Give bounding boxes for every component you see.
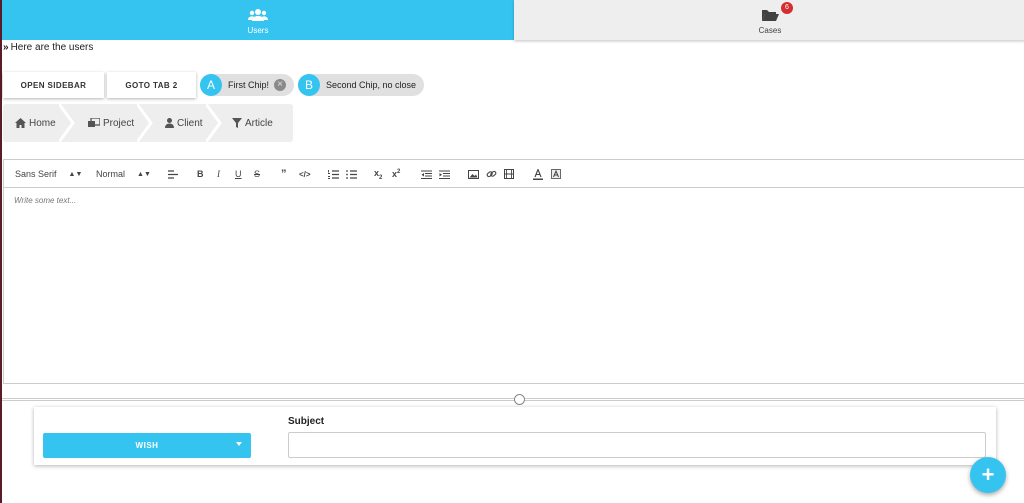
size-select[interactable]: Normal ▲▼ (96, 160, 151, 188)
ordered-list-icon (328, 169, 339, 179)
editor-content[interactable]: Write some text... (4, 188, 1024, 213)
cases-badge: 6 (781, 1, 793, 14)
form-card: WISH Subject (34, 407, 996, 465)
rich-text-editor: Sans Serif ▲▼ Normal ▲▼ B I U S ” </> x2… (3, 159, 1024, 384)
users-icon (248, 8, 268, 21)
chip-label: First Chip! (228, 80, 270, 90)
italic-icon: I (217, 169, 220, 179)
breadcrumb-project[interactable]: Project (88, 104, 134, 142)
breadcrumb-home[interactable]: Home (15, 104, 56, 142)
underline-button[interactable]: U (235, 160, 242, 188)
project-icon (88, 118, 100, 127)
bold-icon: B (197, 169, 204, 179)
breadcrumb: Home Project Client Article (3, 104, 293, 142)
video-icon (504, 169, 514, 179)
plus-icon: + (981, 462, 995, 487)
resize-slider-handle[interactable] (514, 394, 525, 405)
add-fab-button[interactable]: + (970, 457, 1006, 493)
tab-bar: Users 6 Cases (2, 0, 1024, 40)
align-button[interactable] (168, 160, 178, 188)
folder-open-icon (762, 9, 779, 21)
indent-icon (439, 169, 450, 179)
subject-input[interactable] (288, 432, 986, 458)
user-icon (165, 118, 174, 128)
select-arrows-icon: ▲▼ (68, 170, 83, 178)
link-button[interactable] (486, 160, 497, 188)
breadcrumb-label: Project (103, 117, 135, 129)
resize-slider-track[interactable] (2, 398, 1024, 401)
bold-button[interactable]: B (197, 160, 204, 188)
users-heading: » Here are the users (3, 42, 93, 53)
image-icon (468, 169, 479, 179)
italic-button[interactable]: I (217, 160, 220, 188)
tab-cases[interactable]: 6 Cases (514, 0, 1024, 40)
breadcrumb-label: Article (245, 117, 273, 129)
bullet-list-icon (346, 169, 357, 179)
underline-icon: U (235, 169, 242, 179)
subscript-button[interactable]: x2 (374, 160, 382, 188)
link-icon (486, 170, 497, 178)
breadcrumb-separator (206, 104, 222, 142)
subscript-icon: x2 (374, 167, 383, 181)
breadcrumb-label: Client (177, 117, 203, 129)
code-button[interactable]: </> (299, 160, 311, 188)
chip-second[interactable]: B Second Chip, no close (298, 74, 425, 96)
select-arrows-icon: ▲▼ (137, 170, 151, 178)
breadcrumb-separator (59, 104, 75, 142)
indent-button[interactable] (439, 160, 450, 188)
tab-users[interactable]: Users (2, 0, 514, 40)
chip-first[interactable]: A First Chip! × (200, 74, 295, 96)
strike-button[interactable]: S (254, 160, 260, 188)
subject-label: Subject (288, 416, 325, 427)
text-color-button[interactable] (533, 160, 543, 188)
ordered-list-button[interactable] (328, 160, 339, 188)
caret-down-icon (236, 442, 242, 446)
chip-avatar: A (200, 74, 222, 96)
align-left-icon (168, 169, 178, 179)
superscript-icon: x2 (392, 169, 401, 179)
filter-icon (232, 118, 242, 128)
wish-label: WISH (135, 441, 159, 450)
open-sidebar-button[interactable]: OPEN SIDEBAR (3, 72, 104, 98)
outdent-icon (421, 169, 432, 179)
breadcrumb-label: Home (29, 117, 56, 129)
tab-cases-label: Cases (758, 25, 782, 35)
background-color-button[interactable] (551, 160, 561, 188)
chip-avatar: B (298, 74, 320, 96)
image-button[interactable] (468, 160, 479, 188)
background-color-icon (551, 169, 561, 179)
superscript-button[interactable]: x2 (392, 160, 400, 188)
font-select-value: Sans Serif (15, 169, 57, 179)
video-button[interactable] (504, 160, 514, 188)
breadcrumb-separator (137, 104, 153, 142)
home-icon (15, 118, 26, 128)
editor-toolbar: Sans Serif ▲▼ Normal ▲▼ B I U S ” </> x2… (4, 160, 1024, 188)
double-chevron-right-icon: » (3, 42, 9, 53)
strike-icon: S (254, 169, 261, 179)
goto-tab-2-button[interactable]: GOTO TAB 2 (107, 72, 196, 98)
breadcrumb-article[interactable]: Article (232, 104, 273, 142)
bullet-list-button[interactable] (346, 160, 357, 188)
users-heading-text: Here are the users (10, 42, 94, 53)
font-select[interactable]: Sans Serif ▲▼ (15, 160, 82, 188)
blockquote-button[interactable]: ” (281, 160, 287, 188)
text-color-icon (533, 168, 543, 180)
editor-placeholder: Write some text... (14, 196, 77, 205)
tab-users-label: Users (247, 25, 269, 35)
chip-close-icon[interactable]: × (274, 79, 287, 91)
breadcrumb-client[interactable]: Client (165, 104, 203, 142)
code-icon: </> (299, 169, 311, 179)
chip-label: Second Chip, no close (326, 80, 417, 90)
wish-dropdown-button[interactable]: WISH (43, 433, 251, 458)
size-select-value: Normal (96, 169, 126, 179)
quote-icon: ” (281, 168, 287, 180)
outdent-button[interactable] (421, 160, 432, 188)
